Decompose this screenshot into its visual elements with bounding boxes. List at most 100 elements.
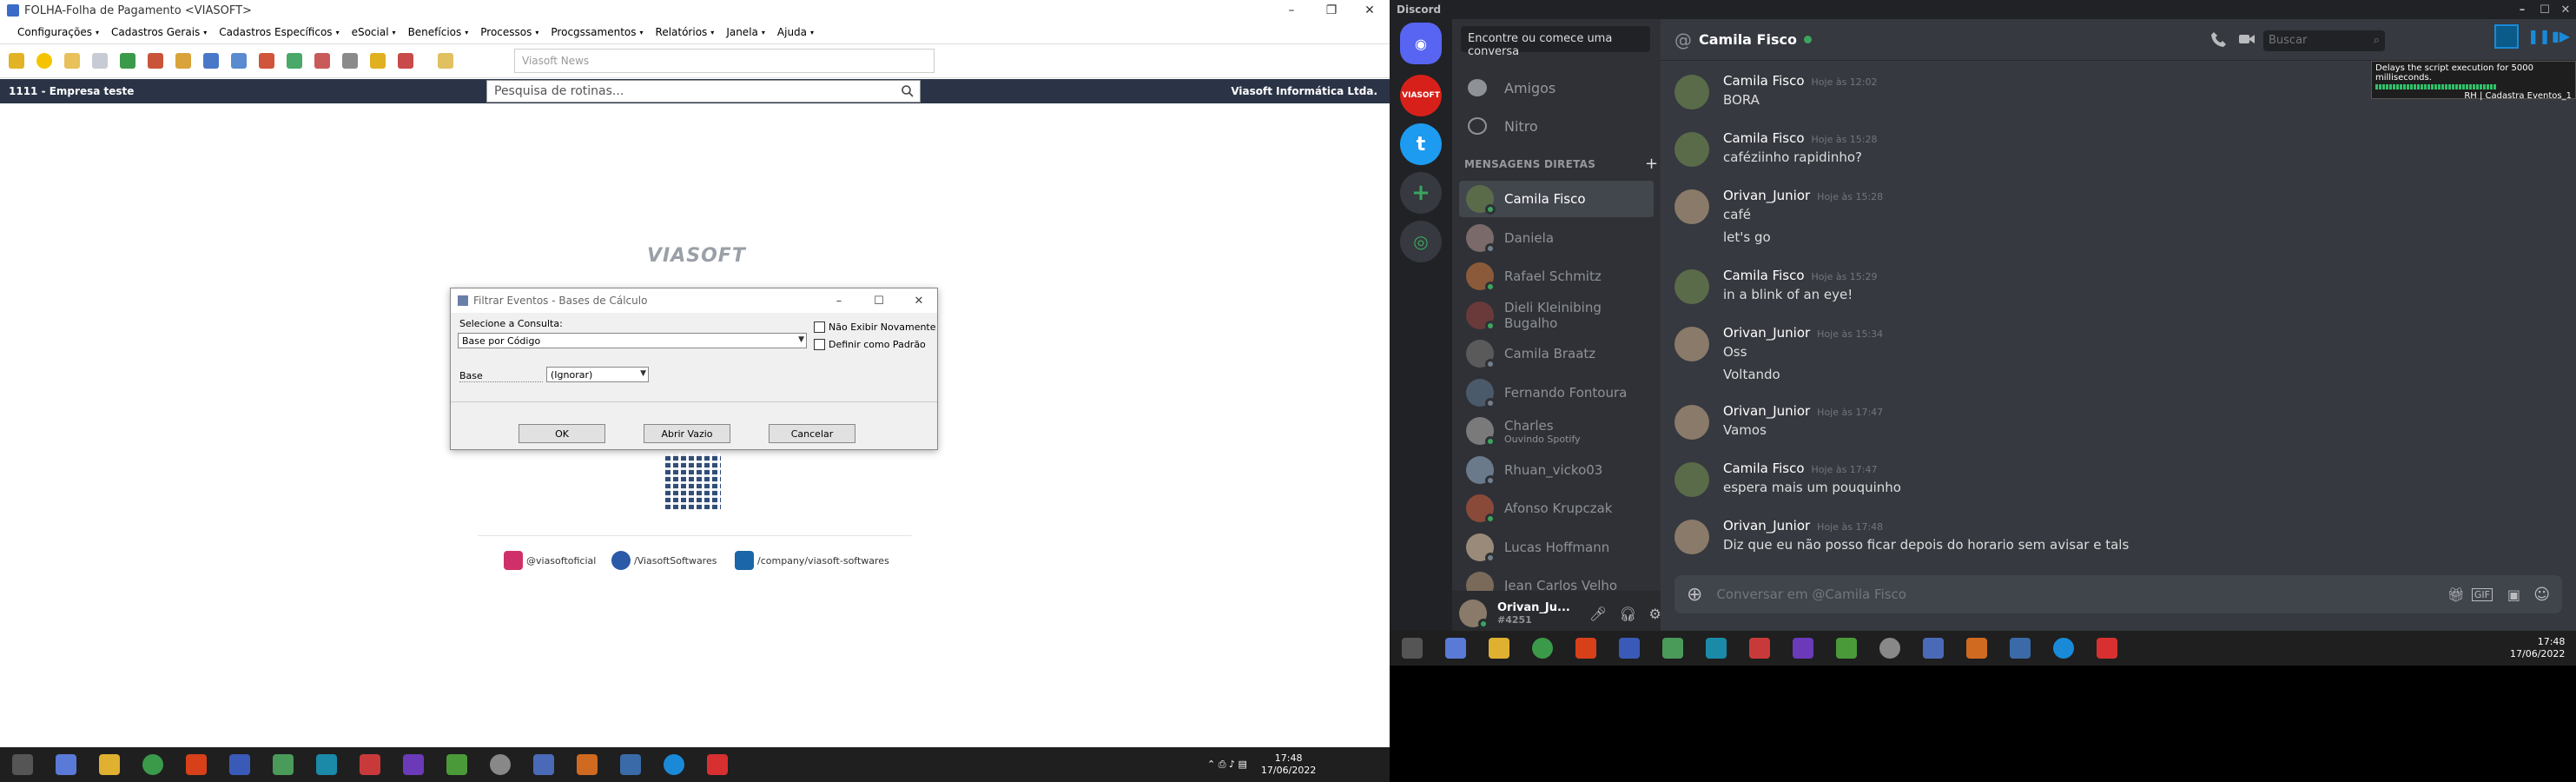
menu-item[interactable]: Benefícios ▾ bbox=[408, 26, 469, 38]
toolbar-person-icon[interactable] bbox=[228, 50, 250, 72]
taskbar-app7-icon[interactable] bbox=[1879, 638, 1900, 659]
toolbar-window-icon[interactable] bbox=[200, 50, 222, 72]
message-avatar[interactable] bbox=[1674, 132, 1709, 167]
dm-item[interactable]: Dieli Kleinibing Bugalho bbox=[1459, 297, 1654, 334]
dm-item[interactable]: Rhuan_vicko03 bbox=[1459, 452, 1654, 488]
menu-item[interactable]: eSocial ▾ bbox=[352, 26, 396, 38]
taskbar-app6-icon[interactable] bbox=[1836, 638, 1857, 659]
create-dm-icon[interactable]: + bbox=[1645, 155, 1658, 173]
taskbar-edge-icon[interactable] bbox=[664, 754, 684, 775]
settings-gear-icon[interactable]: ⚙ bbox=[1648, 606, 1661, 622]
routine-search-input[interactable]: Pesquisa de rotinas... bbox=[486, 80, 921, 103]
taskbar-tool-icon[interactable] bbox=[229, 754, 250, 775]
message-avatar[interactable] bbox=[1674, 75, 1709, 109]
toolbar-copy-icon[interactable] bbox=[89, 50, 111, 72]
toolbar-note-icon[interactable] bbox=[434, 50, 457, 72]
taskbar-app11-icon[interactable] bbox=[707, 754, 728, 775]
menu-item[interactable]: Processos ▾ bbox=[480, 26, 538, 38]
menu-item[interactable]: Relatórios ▾ bbox=[656, 26, 715, 38]
add-server-icon[interactable]: + bbox=[1400, 172, 1442, 214]
linkedin-link[interactable]: /company/viasoft-softwares bbox=[735, 551, 889, 570]
dm-item[interactable]: Fernando Fontoura bbox=[1459, 374, 1654, 411]
menu-item[interactable]: Ajuda ▾ bbox=[777, 26, 814, 38]
dm-item[interactable]: Afonso Krupczak bbox=[1459, 490, 1654, 527]
message-input[interactable]: ⊕ Conversar em @Camila Fisco 🎁︎ GIF ▣ ☺ bbox=[1674, 575, 2562, 613]
message-avatar[interactable] bbox=[1674, 327, 1709, 361]
chat-search-input[interactable]: Buscar ⌕ bbox=[2263, 30, 2385, 51]
open-empty-button[interactable]: Abrir Vazio bbox=[644, 424, 730, 443]
menu-item[interactable]: Janela ▾ bbox=[726, 26, 765, 38]
menu-item[interactable]: Cadastros Gerais ▾ bbox=[111, 26, 207, 38]
taskbar-app8-icon[interactable] bbox=[533, 754, 554, 775]
message-avatar[interactable] bbox=[1674, 462, 1709, 497]
base-select[interactable]: (Ignorar) ▼ bbox=[546, 367, 649, 382]
user-info[interactable]: Orivan_Ju... #4251 bbox=[1497, 601, 1570, 626]
menu-item[interactable]: Cadastros Específicos ▾ bbox=[219, 26, 339, 38]
friends-nav[interactable]: Amigos bbox=[1459, 70, 1654, 106]
toolbar-users-icon[interactable] bbox=[144, 50, 167, 72]
message-avatar[interactable] bbox=[1674, 520, 1709, 554]
find-conversation-input[interactable]: Encontre ou comece uma conversa bbox=[1461, 26, 1650, 58]
toolbar-search-icon[interactable] bbox=[61, 50, 83, 72]
discord-close-button[interactable]: ✕ bbox=[2553, 0, 2576, 19]
taskbar-app-icon[interactable] bbox=[1445, 638, 1466, 659]
taskbar-app11-icon[interactable] bbox=[2097, 638, 2117, 659]
clock[interactable]: 17:48 17/06/2022 bbox=[1261, 752, 1316, 777]
message-author[interactable]: Orivan_Junior bbox=[1723, 325, 1810, 341]
toolbar-gear-icon[interactable] bbox=[339, 50, 361, 72]
menu-item[interactable]: Configurações ▾ bbox=[17, 26, 99, 38]
toolbar-tools-icon[interactable] bbox=[311, 50, 334, 72]
taskbar-app3-icon[interactable] bbox=[316, 754, 337, 775]
dialog-close-button[interactable]: ✕ bbox=[899, 288, 939, 313]
headphones-icon[interactable]: 🎧︎ bbox=[1619, 606, 1636, 622]
discord-minimize-button[interactable]: – bbox=[2510, 0, 2534, 19]
facebook-link[interactable]: /ViasoftSoftwares bbox=[611, 551, 717, 570]
server-viasoft-icon[interactable]: VIASOFT bbox=[1400, 75, 1442, 116]
message-author[interactable]: Orivan_Junior bbox=[1723, 518, 1810, 533]
cancel-button[interactable]: Cancelar bbox=[769, 424, 855, 443]
tray-icons[interactable]: ⌃ ⎙ ♪ ▤ bbox=[1207, 759, 1247, 771]
minimize-button[interactable]: – bbox=[1271, 0, 1311, 21]
taskbar-explorer-icon[interactable] bbox=[99, 754, 120, 775]
set-default-checkbox[interactable]: Definir como Padrão bbox=[814, 339, 926, 350]
mic-icon[interactable]: 🎤︎ bbox=[1589, 606, 1607, 622]
taskbar-vivaldi-icon[interactable] bbox=[186, 754, 207, 775]
query-select[interactable]: Base por Código ▼ bbox=[458, 333, 807, 348]
clock[interactable]: 17:48 17/06/2022 bbox=[2510, 636, 2565, 660]
toolbar-home-icon[interactable] bbox=[116, 50, 139, 72]
viasoft-news-panel[interactable]: Viasoft News bbox=[514, 49, 935, 73]
taskbar-app10-icon[interactable] bbox=[2010, 638, 2031, 659]
start-icon[interactable] bbox=[12, 754, 33, 775]
taskbar-app8-icon[interactable] bbox=[1923, 638, 1944, 659]
dm-item[interactable]: Charles Ouvindo Spotify bbox=[1459, 413, 1654, 449]
pause-icon[interactable]: ❚❚ bbox=[2527, 28, 2551, 44]
taskbar-app10-icon[interactable] bbox=[620, 754, 641, 775]
gif-icon[interactable]: GIF bbox=[2471, 587, 2493, 601]
message-author[interactable]: Camila Fisco bbox=[1723, 461, 1805, 476]
taskbar-app4-icon[interactable] bbox=[360, 754, 380, 775]
taskbar-app3-icon[interactable] bbox=[1706, 638, 1727, 659]
script-runner-icon[interactable] bbox=[2494, 24, 2519, 49]
taskbar-app6-icon[interactable] bbox=[446, 754, 467, 775]
toolbar-puzzle-icon[interactable] bbox=[394, 50, 417, 72]
instagram-link[interactable]: @viasoftoficial bbox=[504, 551, 596, 570]
taskbar-edge-icon[interactable] bbox=[2053, 638, 2074, 659]
voice-call-icon[interactable] bbox=[2209, 30, 2229, 49]
taskbar-app2-icon[interactable] bbox=[273, 754, 294, 775]
taskbar-app-icon[interactable] bbox=[56, 754, 76, 775]
discord-home-icon[interactable]: ◉ bbox=[1400, 23, 1442, 64]
gift-icon[interactable]: 🎁︎ bbox=[2447, 586, 2465, 603]
toolbar-refresh-icon[interactable] bbox=[283, 50, 306, 72]
restore-button[interactable]: ❐ bbox=[1311, 0, 1351, 21]
toolbar-star-icon[interactable] bbox=[33, 50, 56, 72]
taskbar-app9-icon[interactable] bbox=[1966, 638, 1987, 659]
dm-item[interactable]: Rafael Schmitz bbox=[1459, 258, 1654, 295]
dm-item[interactable]: Camila Braatz bbox=[1459, 335, 1654, 372]
user-avatar[interactable] bbox=[1459, 600, 1489, 629]
taskbar-app5-icon[interactable] bbox=[403, 754, 424, 775]
toolbar-calc-icon[interactable] bbox=[172, 50, 195, 72]
taskbar-explorer-icon[interactable] bbox=[1489, 638, 1509, 659]
ok-button[interactable]: OK bbox=[519, 424, 605, 443]
message-author[interactable]: Camila Fisco bbox=[1723, 268, 1805, 283]
nitro-nav[interactable]: Nitro bbox=[1459, 108, 1654, 144]
